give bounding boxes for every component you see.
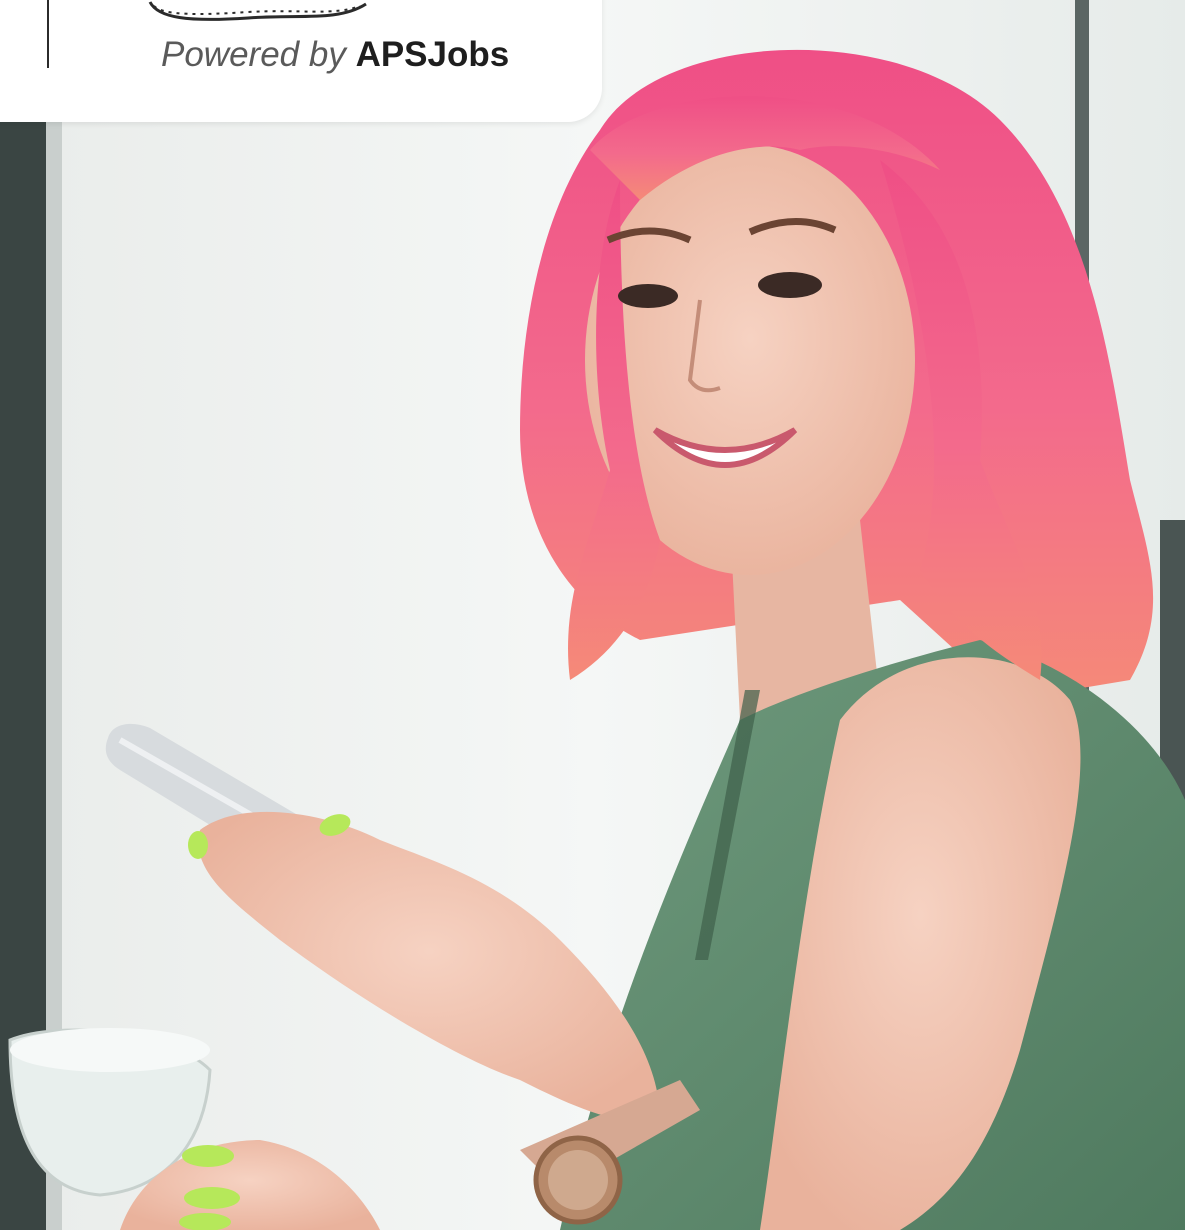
eye-left: [618, 284, 678, 308]
photo-illustration: [0, 0, 1185, 1230]
hero-photo: [0, 0, 1185, 1230]
powered-by-lead: Powered by: [161, 35, 346, 74]
film-strip-logo-icon: [148, 1, 367, 21]
powered-by-text: Powered by APSJobs: [161, 33, 509, 77]
brand-name: APSJobs: [355, 35, 510, 74]
eye-right: [758, 272, 822, 298]
badge-divider: [47, 0, 49, 68]
logo-badge: Powered by APSJobs: [0, 0, 602, 122]
